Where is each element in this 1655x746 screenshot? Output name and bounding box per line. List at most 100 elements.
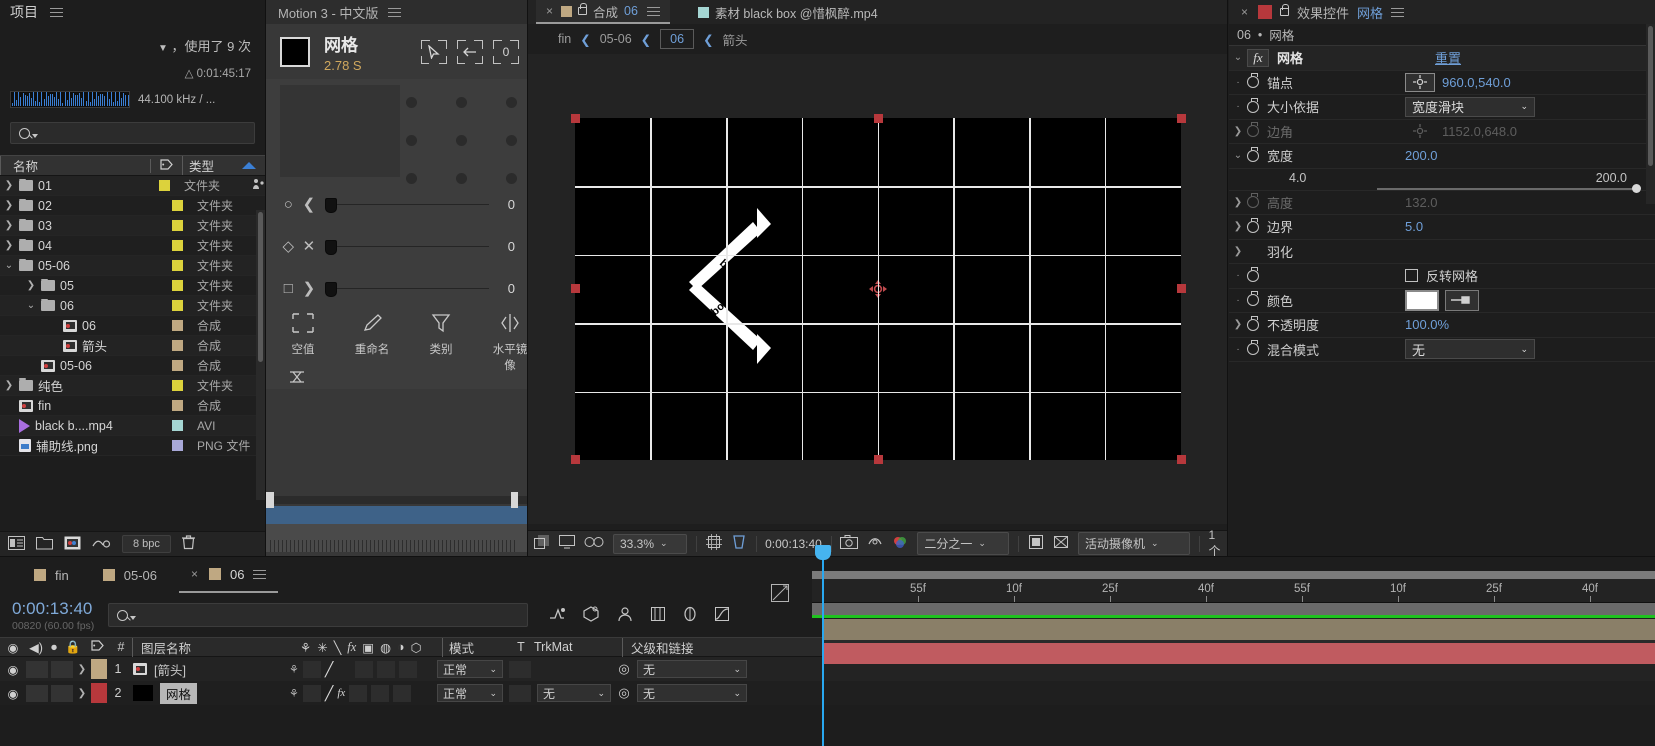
project-item-row[interactable]: 06 合成 (0, 316, 265, 336)
motion3-preview-box[interactable] (280, 85, 400, 177)
twirl-open-icon[interactable]: ⌄ (1229, 52, 1247, 63)
layer-solo-toggle[interactable] (51, 684, 73, 702)
effect-property-row[interactable]: · 大小依据 宽度滑块 ⌄ (1229, 95, 1655, 120)
width-slider-track[interactable] (1377, 187, 1637, 190)
twirl-closed-icon[interactable]: ❯ (26, 280, 36, 291)
layer-duration-bar[interactable] (822, 643, 1655, 664)
collapse-toggle[interactable] (302, 684, 321, 702)
align-left-tool-icon[interactable] (457, 39, 483, 64)
timeline-search-input[interactable] (108, 603, 529, 627)
set-point-button[interactable] (1405, 122, 1435, 141)
eyedropper-icon[interactable] (1445, 289, 1479, 311)
anchor-dot[interactable] (406, 97, 417, 108)
stopwatch-icon[interactable] (1247, 73, 1259, 89)
effect-property-value[interactable]: 960.0,540.0 (1442, 75, 1511, 90)
twirl-closed-icon[interactable]: ❯ (1229, 197, 1247, 208)
motion3-anchor-grid[interactable] (406, 85, 518, 184)
new-composition-icon[interactable] (64, 536, 81, 553)
layer-duration-bar[interactable] (822, 619, 1655, 640)
effect-property-dropdown[interactable]: 宽度滑块 ⌄ (1405, 96, 1535, 117)
twirl-closed-icon[interactable]: ❯ (1229, 126, 1247, 137)
effect-property-row[interactable]: · 锚点 960.0,540.0 (1229, 71, 1655, 95)
motion-blur-icon[interactable] (682, 606, 698, 625)
effect-header-row[interactable]: ⌄ fx 网格 重置 (1229, 46, 1655, 71)
stopwatch-icon[interactable] (1247, 122, 1259, 138)
twirl-closed-icon[interactable]: ❯ (4, 380, 14, 391)
twirl-open-icon[interactable]: ⌄ (4, 260, 14, 271)
breadcrumb-item[interactable]: fin (558, 32, 571, 46)
layer-solo-toggle[interactable] (51, 660, 73, 678)
viewer-tab-footage[interactable]: 素材 black box @惜枫醉.mp4 (688, 0, 888, 24)
stopwatch-icon[interactable] (1247, 291, 1259, 307)
invert-grid-checkbox[interactable] (1405, 269, 1418, 283)
selection-handle[interactable] (1176, 114, 1186, 123)
close-icon[interactable]: × (546, 4, 553, 18)
motion3-slider-track[interactable] (325, 194, 489, 214)
current-time-indicator[interactable] (815, 545, 831, 746)
motion3-frame-ruler[interactable] (266, 524, 527, 552)
project-item-row[interactable]: ⌄ 06 文件夹 (0, 296, 265, 316)
graph-editor-toggle-icon[interactable] (770, 583, 790, 606)
composition-canvas[interactable]: black box (570, 114, 1186, 464)
breadcrumb-item[interactable]: 箭头 (723, 30, 748, 49)
effects-icon[interactable]: fx (337, 687, 345, 699)
layer-label-color[interactable] (91, 659, 107, 679)
color-swatch[interactable] (1405, 289, 1439, 311)
project-item-row[interactable]: 辅助线.png PNG 文件 (0, 436, 265, 456)
viewer-tab-composition[interactable]: × 合成 06 (536, 0, 670, 24)
selection-handle[interactable] (1176, 455, 1186, 464)
chevron-right-icon[interactable]: ❯ (299, 279, 320, 297)
effect-property-value[interactable]: 100.0% (1405, 317, 1449, 332)
effect-property-row[interactable]: ⌄ 宽度 200.0 (1229, 144, 1655, 169)
motion3-slider-knob[interactable] (325, 198, 338, 213)
anchor-dot[interactable] (506, 97, 517, 108)
motion-blur-toggle[interactable] (377, 660, 396, 678)
twirl-closed-icon[interactable]: ❯ (1229, 246, 1247, 257)
live-update-icon[interactable] (548, 606, 566, 625)
effect-reset-button[interactable]: 重置 (1435, 48, 1461, 67)
motion3-slider-row[interactable]: ◇ ✕ 0 (266, 225, 527, 267)
interpret-footage-icon[interactable] (8, 535, 25, 553)
shy-icon[interactable]: ⚘ (289, 663, 299, 676)
resolution-select[interactable]: 二分之一 ⌄ (917, 532, 1010, 555)
motion3-slider-knob[interactable] (325, 240, 338, 255)
motion3-slider-track[interactable] (325, 278, 489, 298)
twirl-closed-icon[interactable]: ❯ (4, 200, 14, 211)
timeline-work-area-bar[interactable] (812, 571, 1655, 579)
twirl-closed-icon[interactable]: ❯ (4, 240, 14, 251)
shy-icon[interactable]: ⚘ (289, 687, 299, 700)
column-type[interactable]: 类型 (182, 156, 242, 175)
effect-property-row[interactable]: ❯ 不透明度 100.0% (1229, 313, 1655, 338)
project-item-label-color[interactable] (161, 440, 193, 451)
channels-icon[interactable] (892, 535, 908, 552)
region-of-interest-icon[interactable] (731, 534, 747, 553)
sort-ascending-icon[interactable] (242, 162, 256, 169)
motion3-slider-row[interactable]: □ ❯ 0 (266, 267, 527, 309)
project-item-label-color[interactable] (161, 420, 193, 431)
timeline-current-time[interactable]: 0:00:13:40 00820 (60.00 fps) (12, 599, 94, 632)
grid-guides-icon[interactable] (705, 534, 722, 553)
select-tool-icon[interactable] (421, 39, 447, 64)
close-icon[interactable]: × (1241, 5, 1248, 19)
selection-handle[interactable] (570, 114, 580, 123)
timeline-tab[interactable]: × 06 (178, 557, 279, 593)
effect-property-value[interactable]: 1152.0,648.0 (1442, 124, 1517, 139)
layer-trkmat-select[interactable]: 无 ⌄ (537, 684, 611, 702)
collapse-toggle[interactable] (302, 660, 321, 678)
selection-handle[interactable] (873, 114, 883, 123)
frame-blend-toggle[interactable] (355, 660, 374, 678)
motion3-button[interactable]: 重命名 (351, 313, 393, 373)
layer-audio-toggle[interactable] (26, 660, 48, 678)
project-item-label-color[interactable] (161, 360, 193, 371)
motion3-button[interactable]: 空值 (282, 313, 324, 373)
motion3-slider-knob[interactable] (325, 282, 338, 297)
project-item-label-color[interactable] (161, 380, 193, 391)
motion3-button[interactable]: 类别 (420, 313, 462, 373)
selection-handle[interactable] (873, 455, 883, 464)
stopwatch-icon[interactable] (1247, 146, 1259, 162)
timeline-tab[interactable]: 05-06 (91, 557, 169, 593)
effect-property-row[interactable]: ❯ 边界 5.0 (1229, 215, 1655, 240)
project-item-label-color[interactable] (161, 320, 193, 331)
project-item-row[interactable]: ❯ 05 文件夹 (0, 276, 265, 296)
effect-controls-menu-icon[interactable] (1391, 5, 1405, 20)
